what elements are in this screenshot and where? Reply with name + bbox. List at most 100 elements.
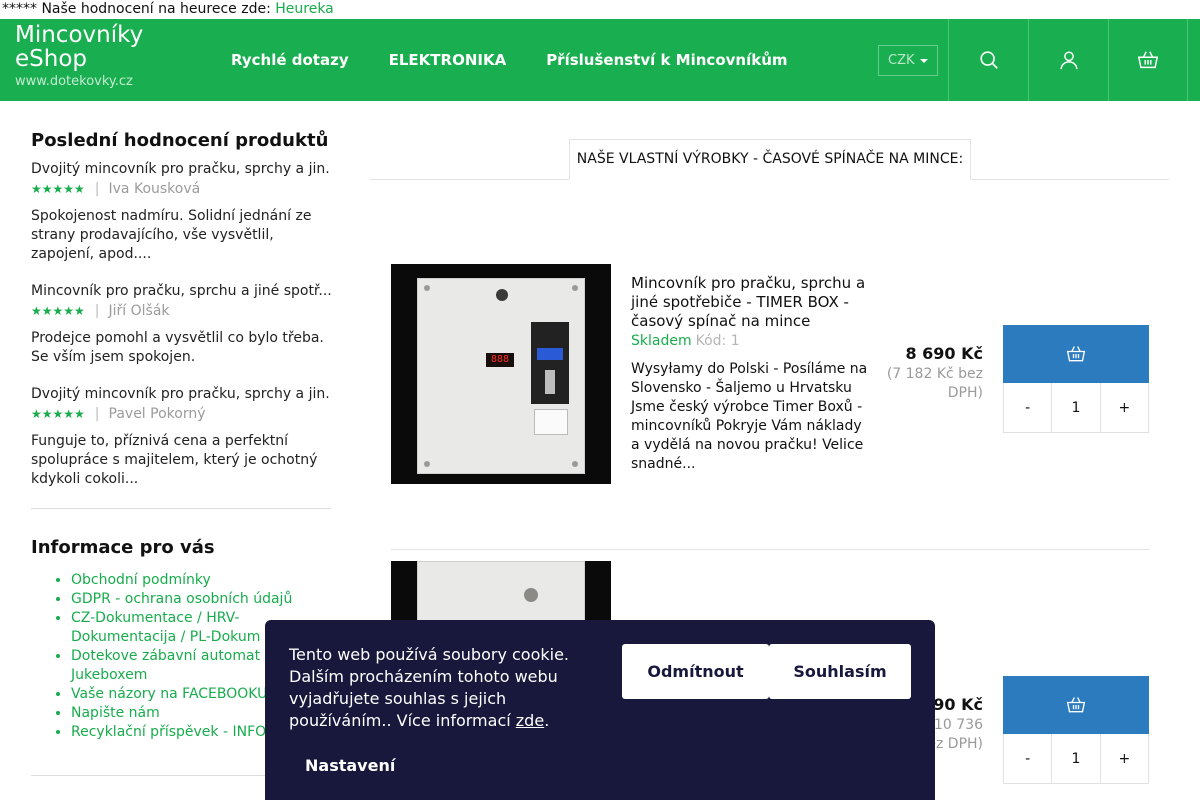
logo-line-2: eShop xyxy=(15,46,87,72)
product-price: 8 690 Kč (7 182 Kč bez DPH) xyxy=(863,343,983,403)
qty-minus-button[interactable]: - xyxy=(1004,734,1051,783)
qty-plus-button[interactable]: + xyxy=(1101,734,1148,783)
product-name[interactable]: Mincovník pro pračku, sprchu a jiné spot… xyxy=(631,274,871,331)
link-recyklacni-prispevek[interactable]: Recyklační příspěvek - INFO xyxy=(71,724,266,740)
qty-input[interactable]: 1 xyxy=(1051,383,1101,432)
review-text: Funguje to, příznivá cena a perfektní sp… xyxy=(31,433,318,487)
product-info: Mincovník pro pračku, sprchu a jiné spot… xyxy=(631,274,871,474)
review-meta: ★★★★★ | Pavel Pokorný xyxy=(31,405,331,423)
chevron-down-icon xyxy=(920,59,928,63)
buy-block: - 1 + xyxy=(1003,325,1149,433)
screw-icon xyxy=(424,285,430,291)
cookie-more-link[interactable]: zde xyxy=(516,711,544,730)
nav-prislusenstvi[interactable]: Příslušenství k Mincovníkům xyxy=(546,49,787,71)
separator: | xyxy=(94,181,100,197)
sidebar-divider xyxy=(31,508,331,509)
link-dokumentace[interactable]: CZ-Dokumentace / HRV-Dokumentacija / PL-… xyxy=(71,610,260,645)
logo-url: www.dotekovky.cz xyxy=(15,74,133,89)
review-product[interactable]: Mincovník pro pračku, sprchu a jiné spot… xyxy=(31,281,331,301)
currency-select[interactable]: CZK xyxy=(878,45,938,76)
heureka-strip-text: ***** Naše hodnocení na heurece zde: xyxy=(2,1,276,17)
info-link-item: Obchodní podmínky xyxy=(71,571,331,590)
cookie-decline-button[interactable]: Odmítnout xyxy=(622,644,769,699)
review-text: Prodejce pomohl a vysvětlil co bylo třeb… xyxy=(31,330,324,365)
user-button[interactable] xyxy=(1028,19,1108,101)
link-obchodni-podminky[interactable]: Obchodní podmínky xyxy=(71,572,211,588)
price-excl-vat: DPH) xyxy=(947,385,983,401)
link-jukebox[interactable]: Jukeboxem xyxy=(71,667,147,683)
quantity-stepper: - 1 + xyxy=(1003,734,1149,784)
search-button[interactable] xyxy=(948,19,1028,101)
product-divider xyxy=(391,549,1150,550)
key-lock-icon xyxy=(496,289,508,301)
main-nav: Rychlé dotazy ELEKTRONIKA Příslušenství … xyxy=(231,49,788,71)
qty-plus-button[interactable]: + xyxy=(1101,383,1148,432)
cart-icon xyxy=(1066,346,1086,362)
separator: | xyxy=(94,406,100,422)
timer-box-picture: 888 xyxy=(417,278,585,474)
review-item: Dvojitý mincovník pro pračku, sprchy a j… xyxy=(31,159,331,264)
nav-elektronika[interactable]: ELEKTRONIKA xyxy=(389,49,507,71)
link-facebook[interactable]: Vaše názory na FACEBOOKU xyxy=(71,686,267,702)
star-rating-icon: ★★★★★ xyxy=(31,407,85,421)
heureka-link[interactable]: Heureka xyxy=(275,1,334,17)
review-author: Pavel Pokorný xyxy=(108,406,206,422)
separator: | xyxy=(94,303,100,319)
site-logo[interactable]: Mincovníky eShop www.dotekovky.cz xyxy=(15,23,143,91)
star-rating-icon: ★★★★★ xyxy=(31,182,85,196)
coin-lcd xyxy=(537,348,563,360)
info-title: Informace pro vás xyxy=(31,537,215,558)
key-lock-icon xyxy=(524,588,538,602)
qty-input[interactable]: 1 xyxy=(1051,734,1101,783)
review-meta: ★★★★★ | Iva Kousková xyxy=(31,180,331,198)
tab-vlastni-vyrobky[interactable]: NAŠE VLASTNÍ VÝROBKY - ČASOVÉ SPÍNAČE NA… xyxy=(569,139,971,180)
product-image[interactable]: 888 xyxy=(391,264,611,484)
coin-acceptor-icon xyxy=(531,322,569,404)
review-author: Iva Kousková xyxy=(108,181,201,197)
product-code: Kód: 1 xyxy=(695,333,740,349)
price-value: 8 690 Kč xyxy=(905,344,983,363)
qty-minus-button[interactable]: - xyxy=(1004,383,1051,432)
screw-icon xyxy=(424,461,430,467)
screw-icon xyxy=(572,461,578,467)
quantity-stepper: - 1 + xyxy=(1003,383,1149,433)
cookie-accept-button[interactable]: Souhlasím xyxy=(769,644,911,699)
star-rating-icon: ★★★★★ xyxy=(31,304,85,318)
link-dotekove-automaty[interactable]: Dotekove zábavní automat xyxy=(71,648,260,664)
review-text: Spokojenost nadmíru. Solidní jednání ze … xyxy=(31,208,312,262)
review-meta: ★★★★★ | Jiří Olšák xyxy=(31,302,331,320)
site-header: Mincovníky eShop www.dotekovky.cz Rychlé… xyxy=(0,19,1200,101)
link-napiste-nam[interactable]: Napište nám xyxy=(71,705,160,721)
cookie-banner: Tento web používá soubory cookie. Dalším… xyxy=(265,620,935,800)
heureka-strip: ***** Naše hodnocení na heurece zde: Heu… xyxy=(0,0,1200,19)
currency-value: CZK xyxy=(888,53,915,68)
led-display: 888 xyxy=(486,353,514,367)
cookie-message-end: . xyxy=(544,711,550,730)
link-gdpr[interactable]: GDPR - ochrana osobních údajů xyxy=(71,591,292,607)
stock-status: Skladem xyxy=(631,333,692,349)
cart-icon xyxy=(1066,697,1086,713)
product-description: Wysyłamy do Polski - Posíláme na Slovens… xyxy=(631,361,868,472)
review-product[interactable]: Dvojitý mincovník pro pračku, sprchy a j… xyxy=(31,384,331,404)
nav-rychle-dotazy[interactable]: Rychlé dotazy xyxy=(231,49,349,71)
review-author: Jiří Olšák xyxy=(108,303,170,319)
cookie-text: Tento web používá soubory cookie. Dalším… xyxy=(289,644,589,732)
reviews-title: Poslední hodnocení produktů xyxy=(31,130,329,151)
product-stock: Skladem Kód: 1 xyxy=(631,331,871,351)
cart-icon xyxy=(1137,51,1159,69)
review-item: Mincovník pro pračku, sprchu a jiné spot… xyxy=(31,281,331,367)
instruction-label xyxy=(534,409,568,435)
buy-block: - 1 + xyxy=(1003,676,1149,784)
price-excl-vat: (7 182 Kč bez xyxy=(886,366,983,382)
cookie-settings-button[interactable]: Nastavení xyxy=(305,755,395,777)
coin-slot xyxy=(545,370,555,394)
add-to-cart-button[interactable] xyxy=(1003,676,1149,734)
user-icon xyxy=(1059,51,1078,70)
add-to-cart-button[interactable] xyxy=(1003,325,1149,383)
review-product[interactable]: Dvojitý mincovník pro pračku, sprchy a j… xyxy=(31,159,331,179)
search-icon xyxy=(979,51,998,69)
info-link-item: GDPR - ochrana osobních údajů xyxy=(71,590,331,609)
cart-button[interactable] xyxy=(1108,19,1188,101)
screw-icon xyxy=(572,285,578,291)
logo-line-1: Mincovníky xyxy=(15,22,144,48)
